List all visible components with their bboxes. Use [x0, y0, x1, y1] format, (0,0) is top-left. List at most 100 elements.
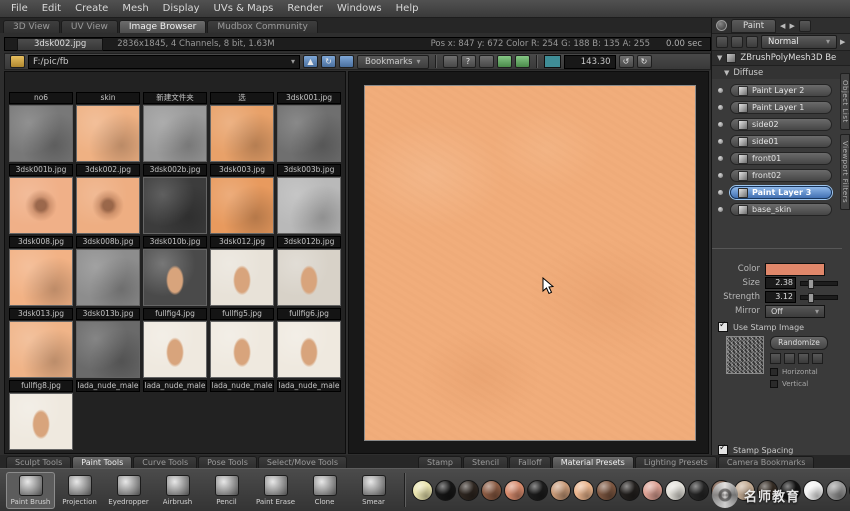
flip-horizontal-icon[interactable] — [770, 353, 781, 364]
browser-cell[interactable]: 3dsk013b.jpg — [76, 308, 140, 378]
size-slider[interactable] — [800, 281, 838, 286]
thumbnail-image[interactable] — [210, 177, 274, 234]
tab-camera-bookmarks[interactable]: Camera Bookmarks — [718, 456, 815, 468]
refresh-icon[interactable]: ↻ — [321, 55, 336, 68]
thumbnail-image[interactable] — [143, 393, 207, 450]
stamp-spacing-checkbox[interactable] — [718, 445, 728, 455]
color-swatch[interactable] — [435, 480, 456, 501]
scroll-right-icon[interactable]: ▶ — [840, 38, 845, 46]
film-icon[interactable] — [479, 55, 494, 68]
color-swatch[interactable] — [826, 480, 847, 501]
panel-options-icon[interactable] — [799, 20, 811, 32]
layer-item-paint-layer-1[interactable]: Paint Layer 1 — [730, 101, 832, 114]
thumbnail-image[interactable] — [9, 105, 73, 162]
layer-visibility-dot[interactable] — [718, 139, 723, 144]
browser-cell[interactable]: fullfig8.jpg — [9, 380, 73, 450]
stamp-image-preview[interactable] — [726, 336, 764, 374]
scroll-left-icon[interactable]: ◀ — [780, 22, 785, 30]
thumbnail-image[interactable] — [76, 177, 140, 234]
browser-cell[interactable]: 3dsk003.jpg — [210, 164, 274, 234]
thumbnail-image[interactable] — [143, 249, 207, 306]
browser-cell[interactable]: 3dsk001.jpg — [277, 92, 341, 162]
layer-item-base-skin[interactable]: base_skin — [730, 203, 832, 216]
tool-pencil[interactable]: Pencil — [202, 473, 251, 508]
browser-cell[interactable]: fullfig5.jpg — [210, 308, 274, 378]
browser-cell[interactable]: fullfig4.jpg — [143, 308, 207, 378]
randomize-button[interactable]: Randomize — [770, 336, 828, 350]
layer-item-side01[interactable]: side01 — [730, 135, 832, 148]
tab-image-browser[interactable]: Image Browser — [119, 20, 207, 33]
tool-clone[interactable]: Clone — [300, 473, 349, 508]
browser-cell[interactable]: lada_nude_male — [210, 380, 274, 450]
redo-icon[interactable]: ↻ — [637, 55, 652, 68]
layer-visibility-dot[interactable] — [718, 207, 723, 212]
browser-cell[interactable]: 3dsk002.jpg — [76, 164, 140, 234]
flask-icon[interactable] — [497, 55, 512, 68]
layer-folder-icon[interactable] — [746, 36, 758, 48]
layer-visibility-dot[interactable] — [718, 173, 723, 178]
flask2-icon[interactable] — [515, 55, 530, 68]
paint-color-swatch[interactable] — [765, 263, 825, 276]
browser-cell[interactable]: 3dsk008b.jpg — [76, 236, 140, 306]
thumbnail-image[interactable] — [9, 249, 73, 306]
browser-cell[interactable]: 3dsk010b.jpg — [143, 236, 207, 306]
browser-cell[interactable]: lada_nude_male — [277, 380, 341, 450]
new-layer-icon[interactable] — [716, 36, 728, 48]
tab-select-move-tools[interactable]: Select/Move Tools — [258, 456, 347, 468]
layer-visibility-dot[interactable] — [718, 105, 723, 110]
browser-cell[interactable]: fullfig6.jpg — [277, 308, 341, 378]
horizontal-checkbox[interactable] — [770, 368, 778, 376]
thumbnail-image[interactable] — [9, 393, 73, 450]
color-swatch[interactable] — [619, 480, 640, 501]
layer-visibility-dot[interactable] — [718, 156, 723, 161]
layer-mask-icon[interactable] — [731, 36, 743, 48]
mirror-dropdown[interactable]: Off ▾ — [765, 305, 825, 318]
browser-cell[interactable]: 3dsk012b.jpg — [277, 236, 341, 306]
tab-stencil[interactable]: Stencil — [463, 456, 508, 468]
thumbnail-image[interactable] — [76, 249, 140, 306]
tool-projection[interactable]: Projection — [55, 473, 104, 508]
layer-item-paint-layer-2[interactable]: Paint Layer 2 — [730, 84, 832, 97]
background-color-chip[interactable] — [544, 55, 561, 68]
thumbnail-image[interactable] — [277, 321, 341, 378]
tab-uv-view[interactable]: UV View — [61, 20, 118, 33]
layer-item-front01[interactable]: front01 — [730, 152, 832, 165]
browser-cell[interactable]: no6 — [9, 92, 73, 162]
zoom-value-input[interactable]: 143.30 — [564, 55, 616, 69]
color-swatch[interactable] — [642, 480, 663, 501]
thumbnail-image[interactable] — [143, 177, 207, 234]
color-swatch[interactable] — [504, 480, 525, 501]
layer-item-side02[interactable]: side02 — [730, 118, 832, 131]
thumbnail-image[interactable] — [277, 105, 341, 162]
tab-stamp[interactable]: Stamp — [418, 456, 462, 468]
thumbnail-image[interactable] — [9, 321, 73, 378]
menu-item-create[interactable]: Create — [68, 0, 115, 17]
thumbnail-image[interactable] — [76, 105, 140, 162]
color-swatch[interactable] — [665, 480, 686, 501]
layer-visibility-dot[interactable] — [718, 190, 723, 195]
browser-cell[interactable]: 选 — [210, 92, 274, 162]
color-swatch[interactable] — [550, 480, 571, 501]
undo-icon[interactable]: ↺ — [619, 55, 634, 68]
use-stamp-checkbox[interactable] — [718, 322, 728, 332]
thumbnail-image[interactable] — [210, 105, 274, 162]
layer-item-front02[interactable]: front02 — [730, 169, 832, 182]
tab-material-presets[interactable]: Material Presets — [552, 456, 634, 468]
color-swatch[interactable] — [803, 480, 824, 501]
flip-vertical-icon[interactable] — [784, 353, 795, 364]
vertical-checkbox[interactable] — [770, 380, 778, 388]
browser-cell[interactable]: skin — [76, 92, 140, 162]
thumbnail-image[interactable] — [210, 249, 274, 306]
home-icon[interactable] — [339, 55, 354, 68]
browser-cell[interactable]: 3dsk013.jpg — [9, 308, 73, 378]
menu-item-help[interactable]: Help — [389, 0, 426, 17]
browser-cell[interactable]: 3dsk008.jpg — [9, 236, 73, 306]
strength-slider[interactable] — [800, 295, 838, 300]
tab-paint-tools[interactable]: Paint Tools — [72, 456, 132, 468]
tab-paint[interactable]: Paint — [731, 19, 776, 33]
browser-cell[interactable]: 3dsk002b.jpg — [143, 164, 207, 234]
tab-falloff[interactable]: Falloff — [509, 456, 551, 468]
invert-icon[interactable] — [812, 353, 823, 364]
tab-mudbox-community[interactable]: Mudbox Community — [207, 20, 317, 33]
thumbnail-image[interactable] — [9, 177, 73, 234]
